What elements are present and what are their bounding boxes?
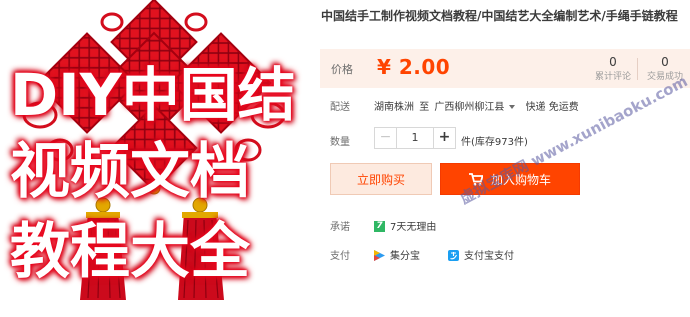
alipay-icon (448, 249, 459, 261)
jifenbao-icon (374, 249, 385, 261)
price-value: ¥ 2.00 (377, 55, 451, 79)
image-overlay-line-3: 教程大全 (10, 217, 250, 287)
payment-method-jifenbao[interactable]: 集分宝 (374, 247, 420, 262)
image-overlay-line-2: 视频文档 (10, 137, 250, 207)
shipping-from: 湖南株洲 (374, 102, 414, 113)
price-panel: 价格 ¥ 2.00 0 累计评论 0 交易成功 (320, 49, 690, 88)
quantity-input[interactable]: 1 (397, 128, 433, 148)
payment-label: 支付 (330, 251, 350, 262)
image-overlay-line-1: DIY中国结 (10, 61, 296, 129)
payment-method-alipay[interactable]: 支付宝支付 (448, 247, 514, 262)
promise-seven-day[interactable]: 7 7天无理由 (374, 218, 436, 233)
shipping-destination-select[interactable]: 广西柳州柳江县 (434, 102, 520, 113)
shipping-to-word: 至 (419, 102, 430, 113)
promise-label: 承诺 (330, 222, 350, 233)
payment-method-name: 集分宝 (390, 251, 420, 262)
product-image[interactable]: DIY中国结 视频文档 教程大全 (0, 0, 308, 317)
chevron-down-icon (509, 105, 516, 109)
buy-now-button[interactable]: 立即购买 (330, 163, 432, 195)
review-count-stat[interactable]: 0 累计评论 (586, 54, 640, 84)
quantity-stepper[interactable]: − 1 + (374, 127, 456, 149)
promise-item: 7天无理由 (390, 222, 437, 233)
quantity-minus-button[interactable]: − (375, 128, 397, 148)
review-count: 0 (609, 55, 617, 69)
payment-method-name: 支付宝支付 (464, 251, 514, 262)
product-title: 中国结手工制作视频文档教程/中国结艺大全编制艺术/手绳手链教程 (321, 9, 678, 23)
quantity-label: 数量 (330, 137, 350, 148)
seven-day-return-icon: 7 (374, 220, 385, 232)
stock-text: 件(库存973件) (461, 137, 528, 148)
quantity-plus-button[interactable]: + (433, 128, 455, 148)
review-count-label: 累计评论 (594, 72, 631, 82)
price-label: 价格 (331, 63, 353, 76)
shipping-express: 快递 免运费 (525, 102, 579, 113)
shipping-destination: 广西柳州柳江县 (434, 102, 505, 113)
shipping-label: 配送 (330, 102, 350, 113)
deals-count: 0 (661, 55, 669, 69)
shipping-details: 湖南株洲 至 广西柳州柳江县 快递 免运费 (374, 98, 581, 113)
